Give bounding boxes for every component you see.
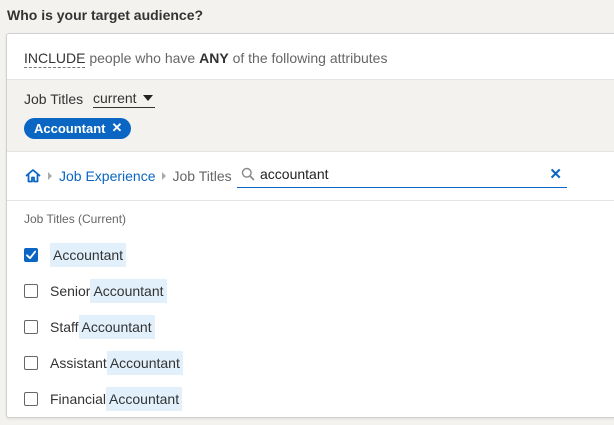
chevron-right-icon: [48, 172, 52, 180]
option-financial-accountant[interactable]: Financial Accountant: [24, 385, 183, 413]
chip-label: Accountant: [34, 120, 106, 136]
option-label: Financial Accountant: [50, 386, 183, 412]
audience-panel: INCLUDE people who have ANY of the follo…: [6, 33, 614, 418]
option-prefix: Senior: [50, 283, 91, 299]
attribute-label: Job Titles: [24, 91, 84, 107]
option-senior-accountant[interactable]: Senior Accountant: [24, 277, 167, 305]
section-heading: Who is your target audience?: [7, 7, 204, 23]
search-field[interactable]: ✕: [237, 160, 567, 188]
checkbox[interactable]: [24, 284, 38, 298]
time-filter-value: current: [93, 90, 137, 106]
match-highlight: Accountant: [90, 279, 167, 303]
checkbox[interactable]: [24, 392, 38, 406]
close-icon[interactable]: ✕: [112, 120, 123, 136]
search-input[interactable]: [260, 165, 540, 182]
option-prefix: Staff: [50, 319, 79, 335]
breadcrumb: Job Experience Job Titles: [24, 162, 232, 190]
include-end-text: of the following attributes: [232, 50, 388, 66]
caret-down-icon: [142, 95, 153, 101]
match-highlight: Accountant: [106, 387, 183, 411]
option-staff-accountant[interactable]: Staff Accountant: [24, 313, 155, 341]
time-filter-select[interactable]: current: [93, 90, 155, 108]
checkbox[interactable]: [24, 356, 38, 370]
close-icon[interactable]: ✕: [549, 165, 562, 183]
chevron-right-icon: [161, 172, 166, 180]
option-prefix: Financial: [50, 391, 107, 407]
breadcrumb-job-experience[interactable]: Job Experience: [59, 168, 156, 184]
checkbox-checked[interactable]: [24, 248, 38, 262]
option-prefix: Assistant: [50, 355, 107, 371]
results-title: Job Titles (Current): [24, 212, 127, 226]
match-highlight: Accountant: [106, 351, 183, 375]
checkmark-icon: [26, 250, 36, 260]
option-label: Staff Accountant: [50, 314, 155, 340]
divider: [7, 200, 614, 201]
any-keyword: ANY: [199, 50, 229, 66]
include-mid-text: people who have: [89, 50, 196, 66]
include-statement: INCLUDE people who have ANY of the follo…: [24, 50, 388, 68]
option-label: Senior Accountant: [50, 278, 167, 304]
option-assistant-accountant[interactable]: Assistant Accountant: [24, 349, 183, 377]
checkbox[interactable]: [24, 320, 38, 334]
option-label: Assistant Accountant: [50, 350, 183, 376]
home-icon[interactable]: [24, 167, 42, 185]
option-accountant[interactable]: Accountant: [24, 241, 127, 269]
include-toggle[interactable]: INCLUDE: [24, 50, 86, 68]
attribute-section: Job Titles current Accountant ✕: [7, 79, 614, 152]
match-highlight: Accountant: [50, 243, 127, 267]
match-highlight: Accountant: [78, 315, 155, 339]
selected-chip[interactable]: Accountant ✕: [24, 118, 132, 139]
option-label: Accountant: [50, 242, 127, 268]
search-icon: [241, 167, 255, 180]
breadcrumb-job-titles: Job Titles: [172, 168, 232, 184]
